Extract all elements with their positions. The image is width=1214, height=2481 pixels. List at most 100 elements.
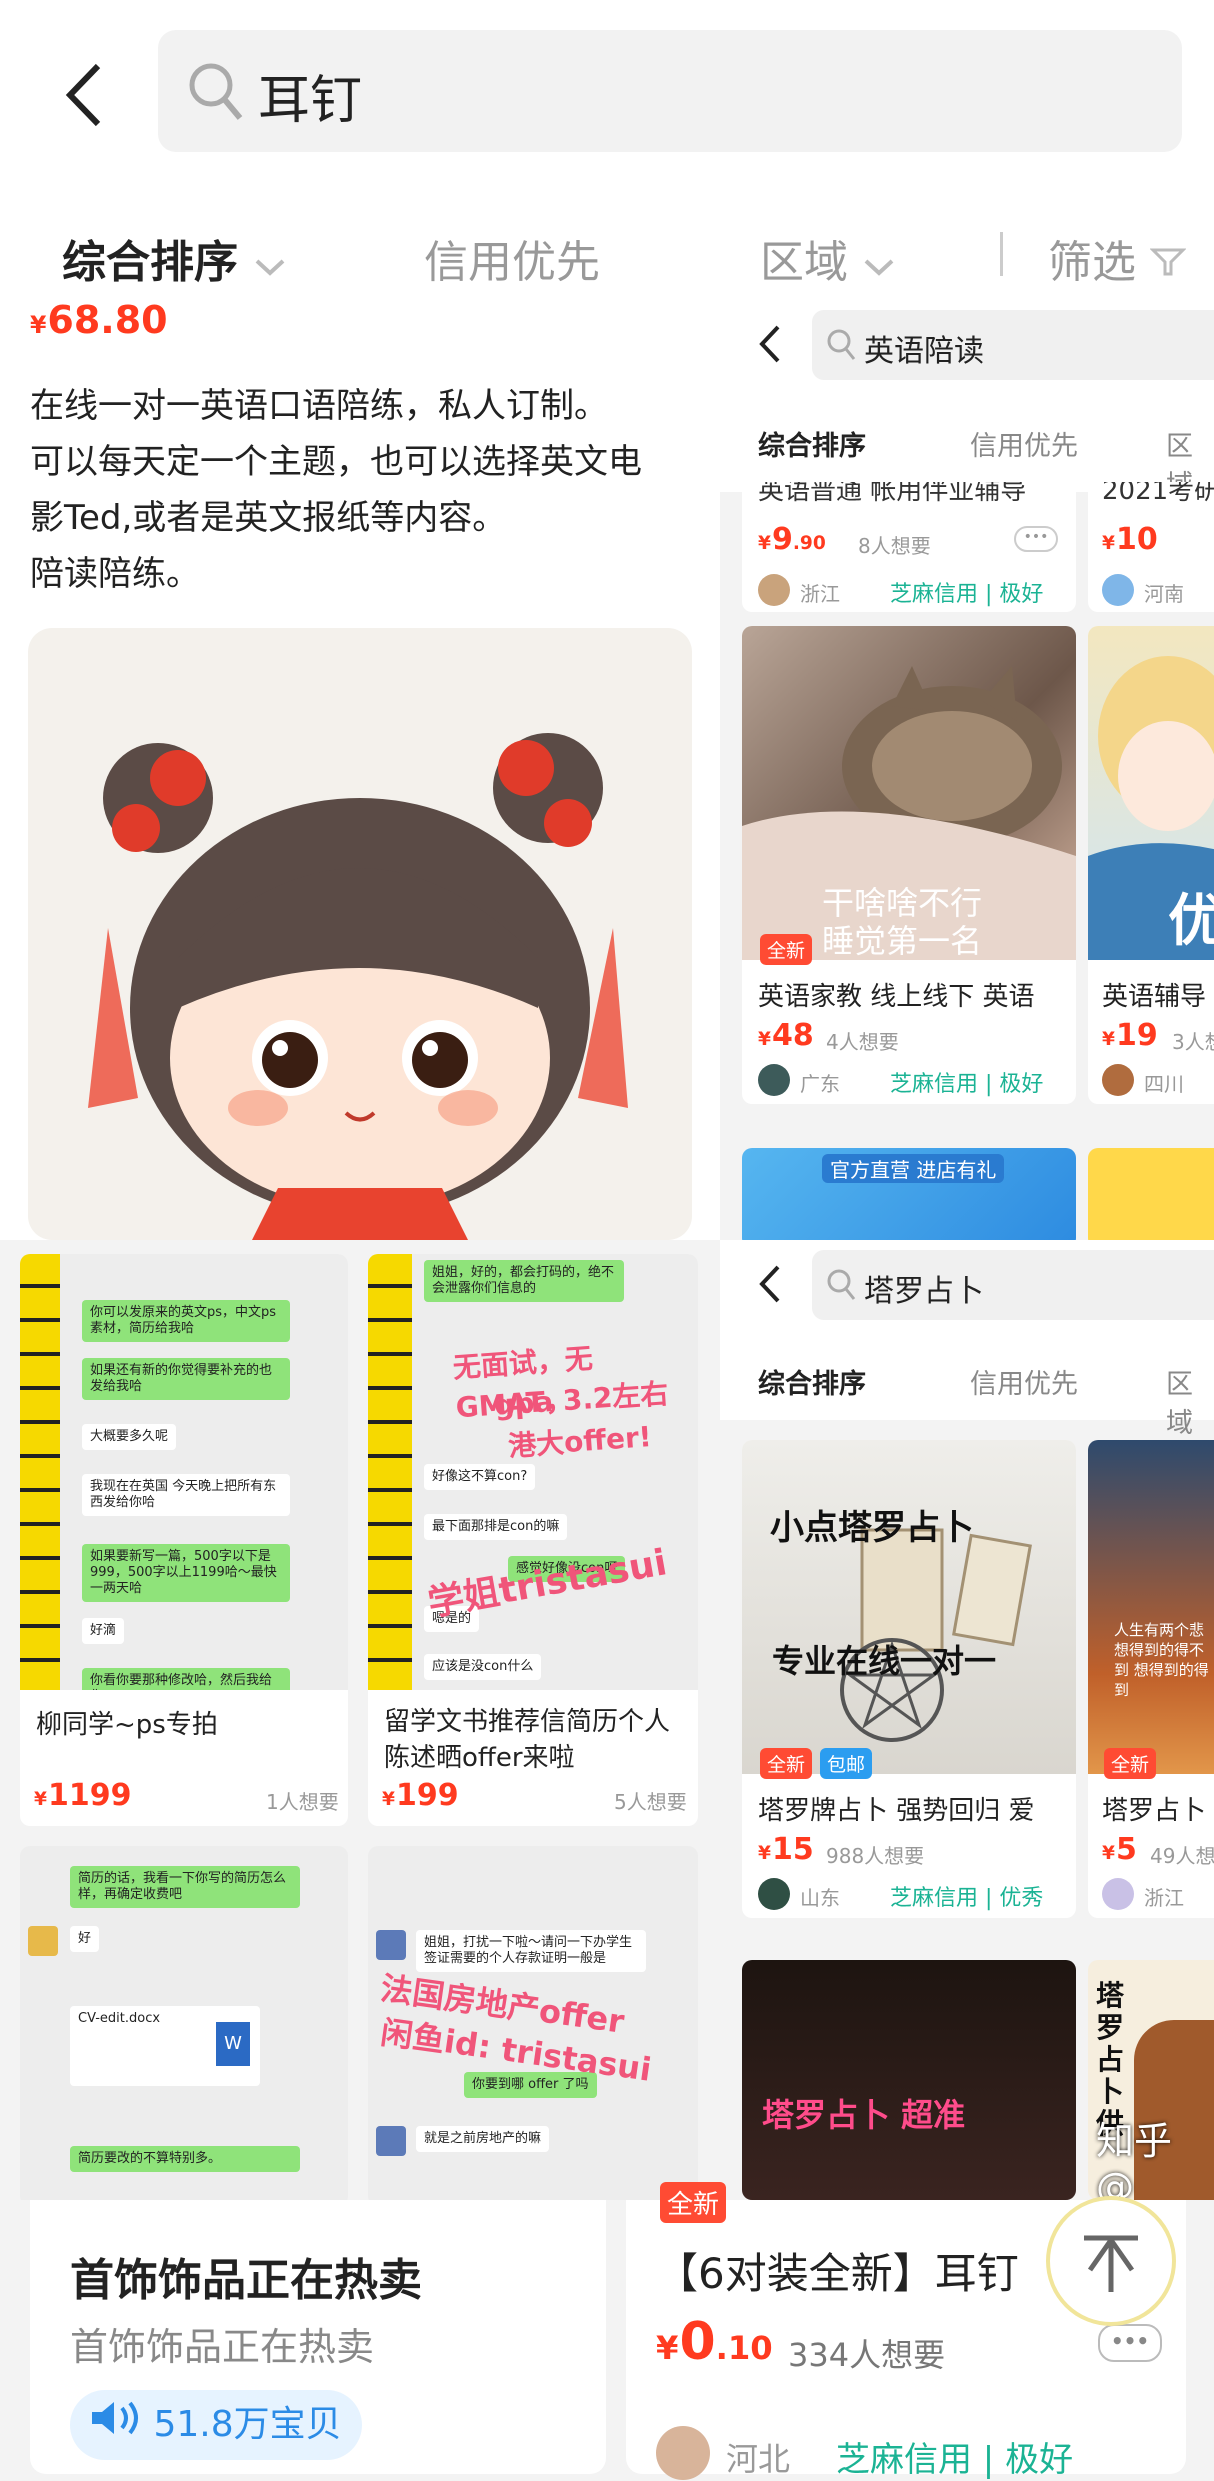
rt-row1-left-card[interactable]: 英语普通 帐用伴业辅导 ¥9.90 8人想要 ••• 浙江 芝麻信用 | 极好 <box>742 482 1076 612</box>
watermark: 知乎 @ <box>1096 2119 1173 2209</box>
free-shipping-badge: 包邮 <box>820 1748 873 1779</box>
lb-card-2[interactable]: 姐姐，好的，都会打码的，绝不会泄露你们信息的 好像这不算con? 最下面那排是c… <box>368 1254 698 1826</box>
item-price: ¥68.80 <box>30 298 168 342</box>
rt-row1-location: 浙江 <box>800 582 840 606</box>
hot-sale-count: 51.8万宝贝 <box>153 2404 342 2445</box>
chat-line: 姐姐，打扰一下啦～请问一下办学生签证需要的个人存款证明一般是 <box>416 1930 646 1972</box>
anime-photo: 优 <box>1088 626 1214 960</box>
rt-card-cat-price: ¥48 <box>758 1018 814 1053</box>
rt-card-tutor-price: ¥19 <box>1102 1018 1158 1053</box>
rb-search-bar[interactable]: 塔罗占卜 <box>812 1250 1214 1320</box>
rb-card-1-price: ¥15 <box>758 1832 814 1867</box>
tab-filter[interactable]: 筛选 <box>1048 226 1187 290</box>
chat-line: 就是之前房地产的嘛 <box>416 2126 550 2152</box>
rt-row1-wants: 8人想要 <box>858 534 931 558</box>
lb-card-2-price: ¥199 <box>382 1778 459 1813</box>
avatar <box>1102 574 1134 606</box>
chevron-left-icon[interactable] <box>758 1264 782 1304</box>
tab-credit[interactable]: 信用优先 <box>424 226 600 290</box>
lb-card-4[interactable]: 姐姐，打扰一下啦～请问一下办学生签证需要的个人存款证明一般是 你要到哪 offe… <box>368 1846 698 2200</box>
rt-card-cat[interactable]: 干啥啥不行 睡觉第一名 全新 英语家教 线上线下 英语 ¥48 4人想要 广东 … <box>742 626 1076 1104</box>
cartoon-girl-illustration <box>88 733 628 1240</box>
chat-line: 好像这不算con? <box>424 1464 536 1490</box>
chat-line: 如果还有新的你觉得要补充的也发给我哈 <box>82 1358 290 1400</box>
rt-row1r-price: ¥10 <box>1102 522 1158 557</box>
lb-card-2-wants: 5人想要 <box>614 1790 687 1814</box>
lb-card-1-wants: 1人想要 <box>266 1790 339 1814</box>
rt-card-cat-title: 英语家教 线上线下 英语 <box>758 982 1035 1012</box>
rb-card-1-credit: 芝麻信用 | 优秀 <box>890 1886 1044 1911</box>
chevron-left-icon <box>65 63 101 127</box>
rt-search-query: 英语陪读 <box>864 334 984 369</box>
avatar <box>28 1926 58 1956</box>
rb-card-1-title: 塔罗牌占卜 强势回归 爱 <box>758 1796 1035 1826</box>
new-badge: 全新 <box>1104 1748 1157 1779</box>
scroll-to-top-button[interactable] <box>1046 2196 1176 2326</box>
avatar <box>656 2426 710 2480</box>
chevron-left-icon[interactable] <box>758 324 782 364</box>
search-bar[interactable]: 耳钉 <box>158 30 1182 152</box>
rt-card-cat-wants: 4人想要 <box>826 1030 899 1054</box>
chat-line: 你可以发原来的英文ps，中文ps素材，简历给我哈 <box>82 1300 290 1342</box>
avatar <box>1102 1878 1134 1910</box>
rb-tab-region[interactable]: 区域 <box>1166 1362 1214 1440</box>
rt-card-tutor-wants: 3人想 <box>1172 1030 1214 1054</box>
new-badge: 全新 <box>760 934 813 965</box>
search-icon <box>827 329 856 360</box>
rb-search-query: 塔罗占卜 <box>864 1274 984 1309</box>
sunset-photo: 人生有两个悲 想得到的得不到 想得到的得到 <box>1088 1440 1214 1774</box>
rt-row1-title: 英语普通 帐用伴业辅导 <box>758 482 1027 506</box>
rt-card-tutor[interactable]: 优 英语辅导 ¥19 3人想 四川 <box>1088 626 1214 1104</box>
more-button[interactable]: ••• <box>1098 2324 1162 2362</box>
search-icon <box>827 1269 856 1300</box>
rb-card-1[interactable]: 小点塔罗占卜 专业在线一对一 全新 包邮 塔罗牌占卜 强势回归 爱 ¥15 98… <box>742 1440 1076 1918</box>
chat-screenshot: 你可以发原来的英文ps，中文ps素材，简历给我哈 如果还有新的你觉得要补充的也发… <box>20 1254 348 1690</box>
rt-tab-comprehensive[interactable]: 综合排序 <box>758 424 866 463</box>
chat-line: 姐姐，好的，都会打码的，绝不会泄露你们信息的 <box>424 1260 624 1302</box>
tab-comprehensive-label: 综合排序 <box>62 237 238 288</box>
tab-region[interactable]: 区域 <box>760 226 896 290</box>
rt-card-tutor-title: 英语辅导 <box>1102 982 1207 1012</box>
rt-card-cat-credit: 芝麻信用 | 极好 <box>890 1072 1044 1097</box>
search-icon <box>189 63 243 120</box>
rt-banner-card-2[interactable] <box>1088 1148 1214 1240</box>
chevron-down-icon <box>864 259 894 276</box>
chat-screenshot: 姐姐，好的，都会打码的，绝不会泄露你们信息的 好像这不算con? 最下面那排是c… <box>368 1254 698 1690</box>
tab-filter-label: 筛选 <box>1048 237 1136 288</box>
chat-line: 最下面那排是con的嘛 <box>424 1514 568 1540</box>
rb-tab-credit[interactable]: 信用优先 <box>970 1362 1078 1401</box>
rb-card-2-price: ¥5 <box>1102 1832 1137 1867</box>
rb-card-2[interactable]: 人生有两个悲 想得到的得不到 想得到的得到 全新 塔罗占卜 ¥5 49人想 浙江 <box>1088 1440 1214 1918</box>
filter-icon <box>1149 248 1187 276</box>
more-button[interactable]: ••• <box>1014 526 1058 552</box>
hot-sale-card[interactable]: 首饰饰品正在热卖 首饰饰品正在热卖 51.8万宝贝 <box>30 2200 606 2474</box>
lb-card-3[interactable]: 简历的话，我看一下你写的简历怎么样，再确定收费吧 好 CV-edit.docx … <box>20 1846 348 2200</box>
tab-region-label: 区域 <box>760 237 848 288</box>
item-image[interactable] <box>28 628 692 1240</box>
desc-line: 陪读陪练。 <box>30 554 200 594</box>
rt-banner-card[interactable]: 官方直营 进店有礼 <box>742 1148 1076 1240</box>
chat-line: 你看你要那种修改哈，然后我给你 <box>82 1668 290 1690</box>
file-message: CV-edit.docx W <box>70 2006 260 2086</box>
rb-card-1-wants: 988人想要 <box>826 1844 925 1868</box>
yellow-tape <box>20 1254 60 1690</box>
price-value: 68.80 <box>47 298 168 342</box>
rt-tab-credit[interactable]: 信用优先 <box>970 424 1078 463</box>
lb-card-1[interactable]: 你可以发原来的英文ps，中文ps素材，简历给我哈 如果还有新的你觉得要补充的也发… <box>20 1254 348 1826</box>
rt-search-bar[interactable]: 英语陪读 <box>812 310 1214 380</box>
avatar <box>758 574 790 606</box>
rt-row1r-location: 河南 <box>1144 582 1184 606</box>
avatar <box>758 1878 790 1910</box>
back-button[interactable] <box>60 60 110 130</box>
rb-card-3[interactable]: 塔罗占卜 超准 <box>742 1960 1076 2200</box>
cat-caption-2: 睡觉第一名 <box>822 922 983 960</box>
rb-card-2-title: 塔罗占卜 <box>1102 1796 1207 1826</box>
banner-text: 官方直营 进店有礼 <box>822 1154 1005 1183</box>
avatar <box>1102 1064 1134 1096</box>
rt-row1-right-card[interactable]: 2021考研 ¥10 河南 <box>1088 482 1214 612</box>
tab-comprehensive[interactable]: 综合排序 <box>62 226 287 290</box>
chat-line: 如果要新写一篇，500字以下是999，500字以上1199哈～最快一两天哈 <box>82 1544 290 1602</box>
hot-sale-count-pill: 51.8万宝贝 <box>70 2390 362 2460</box>
rb-tab-comprehensive[interactable]: 综合排序 <box>758 1362 866 1401</box>
tarot-cards-image <box>840 1528 1032 1742</box>
